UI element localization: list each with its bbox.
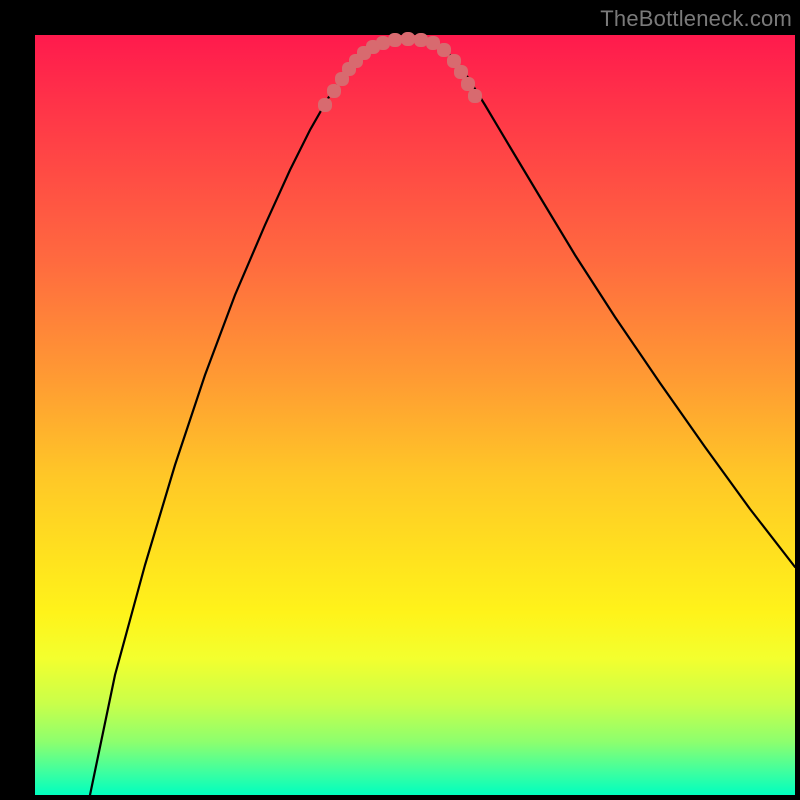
highlight-markers [318,32,482,112]
watermark-text: TheBottleneck.com [600,6,792,32]
highlight-dot [376,36,390,50]
highlight-dot [388,33,402,47]
highlight-dot [437,43,451,57]
bottleneck-curve [90,39,795,795]
highlight-dot [414,33,428,47]
curve-group [90,39,795,795]
highlight-dot [327,84,341,98]
chart-svg [35,35,795,795]
chart-plot-area [35,35,795,795]
highlight-dot [454,65,468,79]
highlight-dot [401,32,415,46]
highlight-dot [468,89,482,103]
highlight-dot [318,98,332,112]
chart-frame: TheBottleneck.com [0,0,800,800]
highlight-dot [461,77,475,91]
